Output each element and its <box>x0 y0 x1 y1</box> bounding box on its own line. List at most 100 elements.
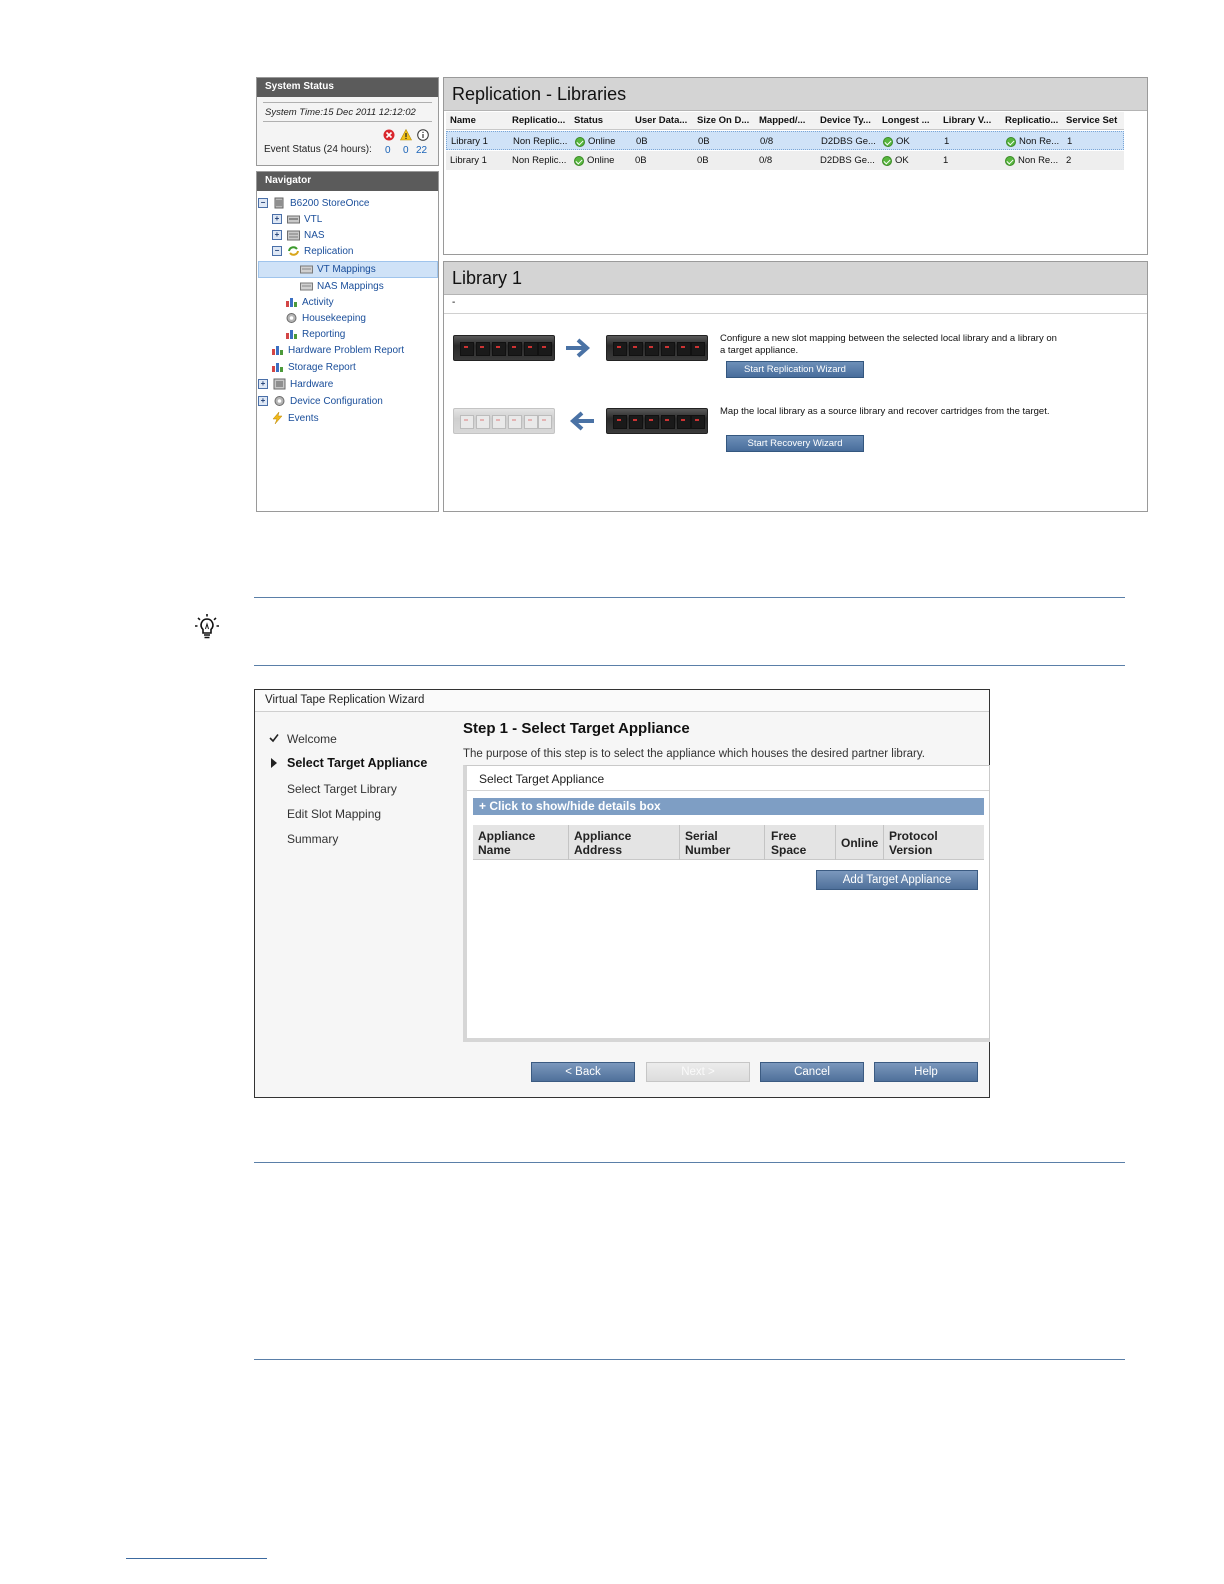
col-appliance-name[interactable]: Appliance Name <box>478 829 535 857</box>
column-header[interactable]: Replicatio... <box>512 115 572 126</box>
col-serial-number[interactable]: Serial Number <box>685 829 730 857</box>
cell-text: Non Replic... <box>513 136 568 147</box>
table-row[interactable]: Library 1 Non Replic... Online 0B 0B 0/8 D2DBS… <box>446 131 1124 150</box>
nav-item-label: Hardware Problem Report <box>288 344 405 356</box>
help-button[interactable]: Help <box>874 1062 978 1082</box>
table-cell: 0/8 <box>759 155 819 166</box>
collapse-icon[interactable]: − <box>258 198 268 208</box>
arrow-right-icon <box>566 338 591 358</box>
nav-item-label: Housekeeping <box>302 312 366 324</box>
nav-item-device-configuration[interactable]: + Device Configuration <box>258 393 383 409</box>
nav-item-label: Activity <box>302 296 334 308</box>
nav-item-storage-report[interactable]: Storage Report <box>271 359 356 375</box>
table-cell: D2DBS Ge... <box>821 136 881 147</box>
box-title: Select Target Appliance <box>479 772 605 786</box>
start-recovery-wizard-button[interactable]: Start Recovery Wizard <box>726 435 864 452</box>
nav-item-reporting[interactable]: Reporting <box>285 326 345 342</box>
column-header[interactable]: Status <box>574 115 634 126</box>
cell-text: 0B <box>636 136 648 147</box>
nav-item-vt-mappings[interactable]: VT Mappings <box>300 261 376 277</box>
nav-item-housekeeping[interactable]: Housekeeping <box>285 310 366 326</box>
error-count[interactable]: 0 <box>385 145 391 156</box>
col-online[interactable]: Online <box>841 836 878 850</box>
expand-icon[interactable]: + <box>258 379 268 389</box>
nav-item-label: Device Configuration <box>290 395 383 407</box>
col-label: Space <box>771 843 807 857</box>
event-status-label: Event Status (24 hours): <box>264 144 372 155</box>
cell-text: 0B <box>697 155 709 166</box>
table-cell: 0B <box>635 155 695 166</box>
nav-item-label: NAS Mappings <box>317 280 384 292</box>
divider <box>254 1359 1125 1360</box>
toggle-details-bar[interactable]: + Click to show/hide details box <box>473 798 984 815</box>
cell-text: Non Replic... <box>512 155 567 166</box>
collapse-icon[interactable]: − <box>272 246 282 256</box>
cell-text: Non Re... <box>1018 155 1059 166</box>
col-appliance-address[interactable]: Appliance Address <box>574 829 631 857</box>
column-header[interactable]: Library V... <box>943 115 1003 126</box>
column-header[interactable]: User Data... <box>635 115 695 126</box>
warning-icon <box>400 129 412 141</box>
table-cell: Library 1 <box>450 155 510 166</box>
storage-icon <box>274 197 284 209</box>
mapping-icon <box>300 282 313 291</box>
col-label: Version <box>889 843 933 857</box>
nav-item-nas[interactable]: + NAS <box>272 227 325 243</box>
expand-icon[interactable]: + <box>258 396 268 406</box>
cancel-button[interactable]: Cancel <box>760 1062 864 1082</box>
nav-item-replication[interactable]: − Replication <box>272 243 353 259</box>
column-header[interactable]: Mapped/... <box>759 115 819 126</box>
chart-icon <box>272 346 283 355</box>
start-replication-wizard-button[interactable]: Start Replication Wizard <box>726 361 864 378</box>
warning-count[interactable]: 0 <box>403 145 409 156</box>
nav-item-b6200-storeonce[interactable]: − B6200 StoreOnce <box>258 195 370 211</box>
col-label: Name <box>478 843 511 857</box>
nav-item-activity[interactable]: Activity <box>285 294 334 310</box>
current-step-arrow-icon <box>271 758 277 768</box>
checkmark-icon <box>269 734 279 743</box>
library-subtitle: - <box>444 294 1147 314</box>
nav-item-nas-mappings[interactable]: NAS Mappings <box>300 278 384 294</box>
nav-item-events[interactable]: Events <box>271 410 319 426</box>
nav-item-label: Hardware <box>290 378 334 390</box>
nav-item-vtl[interactable]: + VTL <box>272 211 322 227</box>
col-label: Address <box>574 843 623 857</box>
table-cell: 1 <box>944 136 1004 147</box>
cell-text: 1 <box>944 136 950 147</box>
libraries-table-header: Name Replicatio... Status User Data... Size … <box>446 112 1124 130</box>
cell-text: OK <box>895 155 909 166</box>
cell-text: 0/8 <box>759 155 773 166</box>
col-protocol-version[interactable]: Protocol Version <box>889 829 938 857</box>
target-library-image <box>606 408 708 434</box>
table-cell: Non Replic... <box>513 136 573 147</box>
column-header[interactable]: Size On D... <box>697 115 757 126</box>
column-header[interactable]: Device Ty... <box>820 115 880 126</box>
column-header[interactable]: Longest ... <box>882 115 942 126</box>
wizard-step-heading: Step 1 - Select Target Appliance <box>463 720 690 737</box>
add-target-appliance-button[interactable]: Add Target Appliance <box>816 870 978 890</box>
column-separator <box>764 825 765 860</box>
expand-icon[interactable]: + <box>272 230 282 240</box>
table-cell: Non Re... <box>1006 136 1066 147</box>
table-cell: Library 1 <box>451 136 511 147</box>
next-button[interactable]: Next > <box>646 1062 750 1082</box>
nav-item-hardware[interactable]: + Hardware <box>258 376 333 392</box>
column-header[interactable]: Replicatio... <box>1005 115 1065 126</box>
col-label: Serial <box>685 829 718 843</box>
table-cell: 0/8 <box>760 136 820 147</box>
table-row[interactable]: Library 1 Non Replic... Online 0B 0B 0/8 D2DBS… <box>446 151 1124 170</box>
cell-text: Online <box>588 136 616 147</box>
arrow-left-icon <box>569 411 594 431</box>
back-button[interactable]: < Back <box>531 1062 635 1082</box>
system-status-title: System Status <box>257 78 438 97</box>
expand-icon[interactable]: + <box>272 214 282 224</box>
column-header[interactable]: Service Set <box>1066 115 1124 126</box>
column-header[interactable]: Name <box>450 115 510 126</box>
nav-item-hardware-problem-report[interactable]: Hardware Problem Report <box>271 342 404 358</box>
info-count[interactable]: 22 <box>416 145 427 156</box>
library-detail-panel: Library 1 - Configure a new slot mapping… <box>443 261 1148 512</box>
table-cell: OK <box>883 136 943 147</box>
table-cell: 0B <box>636 136 696 147</box>
col-free-space[interactable]: Free Space <box>771 829 806 857</box>
table-cell: 1 <box>943 155 1003 166</box>
